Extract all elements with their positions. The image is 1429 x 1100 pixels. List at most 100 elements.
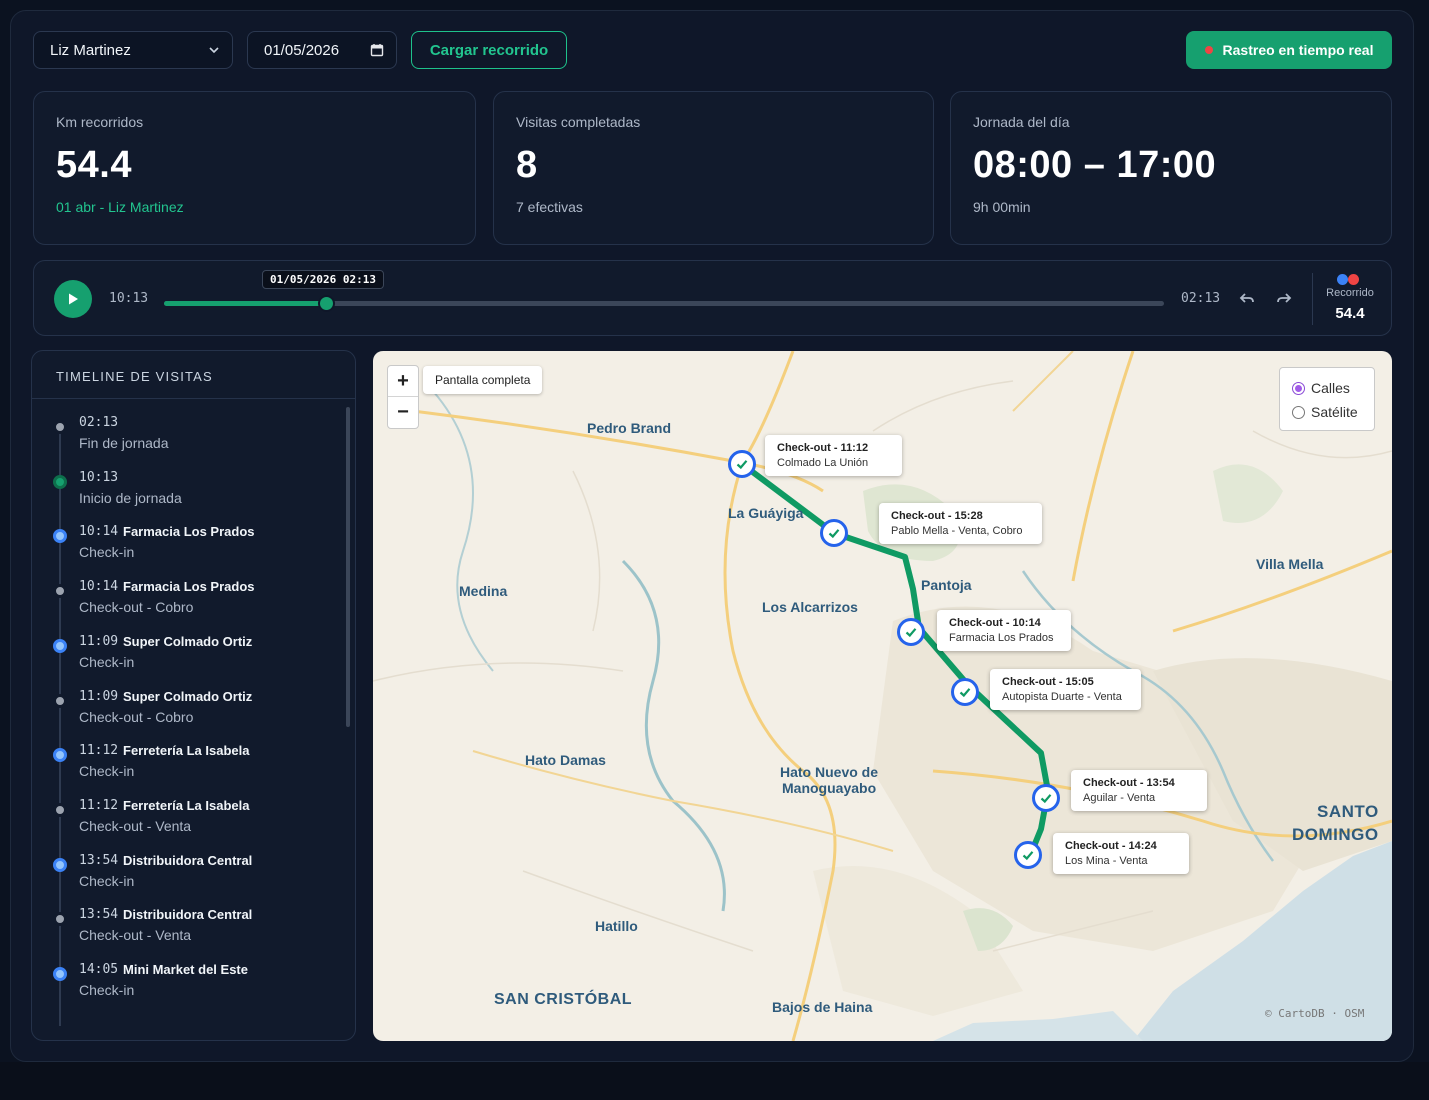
timeline-item[interactable]: 11:09 Super Colmado Ortiz Check-in (32, 619, 342, 673)
zoom-out-button[interactable]: − (388, 397, 418, 428)
date-input[interactable]: 01/05/2026 (247, 31, 397, 69)
timeline-time: 11:12 (79, 743, 119, 759)
timeline-item[interactable]: 10:13 Inicio de jornada (32, 455, 342, 509)
timeline-item[interactable]: 02:13 Fin de jornada (32, 400, 342, 454)
map-popup[interactable]: Check-out - 11:12 Colmado La Unión (765, 435, 902, 476)
popup-desc: Autopista Duarte - Venta (1002, 691, 1122, 703)
popup-desc: Aguilar - Venta (1083, 792, 1156, 804)
load-route-button[interactable]: Cargar recorrido (411, 31, 567, 69)
play-button[interactable] (54, 280, 92, 318)
undo-icon[interactable] (1239, 290, 1255, 306)
visit-marker[interactable] (1032, 784, 1060, 812)
check-icon (905, 628, 917, 638)
redo-icon[interactable] (1276, 290, 1292, 306)
timeline-event: Check-in (79, 763, 135, 780)
layer-option-streets[interactable]: Calles (1292, 376, 1362, 400)
place-label: Villa Mella (1256, 556, 1324, 572)
checkin-dot-icon (53, 857, 67, 872)
live-tracking-button[interactable]: Rastreo en tiempo real (1186, 31, 1392, 69)
popup-desc: Farmacia Los Prados (949, 632, 1054, 644)
app-window: Liz Martinez 01/05/2026 Cargar recorrido… (10, 10, 1414, 1062)
agent-select[interactable]: Liz Martinez (33, 31, 233, 69)
playback-handle[interactable] (318, 295, 335, 312)
layer-option-satellite[interactable]: Satélite (1292, 400, 1362, 424)
stat-label: Visitas completadas (516, 114, 641, 130)
timeline-item[interactable]: 13:54 Distribuidora Central Check-out - Ve… (32, 892, 342, 946)
timeline-client-name: Farmacia Los Prados (123, 524, 255, 540)
timeline-item[interactable]: 10:14 Farmacia Los Prados Check-out - Cobr… (32, 564, 342, 618)
timeline-time: 13:54 (79, 852, 119, 868)
popup-title: Check-out - 10:14 (949, 617, 1041, 629)
map-popup[interactable]: Check-out - 15:28 Pablo Mella - Venta, C… (879, 503, 1042, 544)
start-dot-icon (53, 474, 67, 489)
place-label: Pedro Brand (587, 420, 672, 436)
timeline-time: 11:09 (79, 633, 119, 649)
timeline-item[interactable]: 10:14 Farmacia Los Prados Check-in (32, 509, 342, 563)
zoom-in-button[interactable]: + (388, 366, 418, 397)
timeline-event: Check-out - Venta (79, 927, 192, 944)
stat-value: 8 (516, 144, 538, 186)
map-popup[interactable]: Check-out - 10:14 Farmacia Los Prados (937, 610, 1071, 651)
radio-icon (1292, 405, 1305, 419)
start-time: 10:13 (109, 291, 149, 306)
recorrido-label: Recorrido (1326, 287, 1374, 299)
playback-progress (164, 301, 326, 306)
timeline-item[interactable]: 11:12 Ferretería La Isabela Check-in (32, 728, 342, 782)
radio-selected-icon (1292, 381, 1305, 395)
map-popup[interactable]: Check-out - 15:05 Autopista Duarte - Ven… (990, 669, 1141, 710)
checkout-dot-icon (53, 802, 67, 817)
timeline-event: Check-out - Venta (79, 817, 192, 834)
checkout-dot-icon (53, 693, 67, 708)
place-label: SAN CRISTÓBAL (494, 991, 633, 1008)
timeline-client-name: Distribuidora Central (123, 907, 253, 923)
check-icon (828, 529, 840, 539)
zoom-control: + − (387, 365, 419, 429)
checkin-dot-icon (53, 967, 67, 981)
timeline-item[interactable]: 14:05 Mini Market del Este Check-in (32, 947, 342, 1001)
check-icon (736, 460, 748, 470)
check-icon (1040, 794, 1052, 804)
route-player: 10:13 01/05/2026 02:13 02:13 Recorrido 5… (33, 260, 1392, 336)
visit-marker[interactable] (951, 678, 979, 706)
timeline-time: 14:05 (79, 962, 119, 977)
place-label: Bajos de Haina (772, 999, 873, 1015)
timeline-client-name: Ferretería La Isabela (123, 743, 250, 759)
end-dot-icon (53, 420, 67, 434)
map-popup[interactable]: Check-out - 14:24 Los Mina - Venta (1053, 833, 1189, 874)
visit-marker[interactable] (728, 450, 756, 478)
visits-timeline: TIMELINE DE VISITAS 02:13 Fin de jornada 1… (31, 350, 356, 1041)
recorrido-value: 54.4 (1335, 305, 1365, 322)
layer-label: Calles (1311, 380, 1350, 396)
timeline-item[interactable]: 13:54 Distribuidora Central Check-in (32, 838, 342, 892)
route-map[interactable]: + − Pantalla completa Calles Satélite Pe… (373, 351, 1392, 1041)
timeline-item[interactable]: 11:09 Super Colmado Ortiz Check-out - Cobr… (32, 674, 342, 728)
timeline-event: Check-out - Cobro (79, 599, 194, 616)
timeline-list[interactable]: 02:13 Fin de jornada 10:13 Inicio de jornad… (32, 400, 342, 1040)
timeline-scrollbar[interactable] (346, 407, 350, 727)
visit-marker[interactable] (820, 519, 848, 547)
place-label: Manoguayabo (782, 780, 877, 796)
place-label: DOMINGO (1292, 825, 1379, 844)
window-shadow (0, 1062, 1429, 1100)
place-label: Hato Nuevo de (780, 764, 879, 780)
popup-title: Check-out - 15:05 (1002, 676, 1094, 688)
layer-label: Satélite (1311, 404, 1358, 420)
stat-sub: 01 abr - Liz Martinez (56, 199, 184, 215)
calendar-icon[interactable] (370, 43, 384, 57)
date-value: 01/05/2026 (264, 41, 340, 59)
timeline-event: Check-in (79, 872, 135, 889)
timeline-client-name: Mini Market del Este (123, 962, 248, 977)
stat-card-km: Km recorridos 54.4 01 abr - Liz Martinez (33, 91, 476, 245)
layer-switcher: Calles Satélite (1279, 367, 1375, 431)
check-icon (959, 688, 971, 698)
map-attribution: © CartoDB · OSM (1265, 1007, 1365, 1020)
visit-marker[interactable] (897, 618, 925, 646)
map-popup[interactable]: Check-out - 13:54 Aguilar - Venta (1071, 770, 1207, 811)
playback-slider[interactable] (164, 295, 1164, 312)
fullscreen-button[interactable]: Pantalla completa (423, 366, 543, 394)
timeline-time: 11:09 (79, 688, 119, 704)
timeline-client-name: Super Colmado Ortiz (123, 633, 253, 649)
popup-desc: Los Mina - Venta (1065, 855, 1148, 867)
timeline-item[interactable]: 11:12 Ferretería La Isabela Check-out - Ve… (32, 783, 342, 837)
visit-marker[interactable] (1014, 841, 1042, 869)
